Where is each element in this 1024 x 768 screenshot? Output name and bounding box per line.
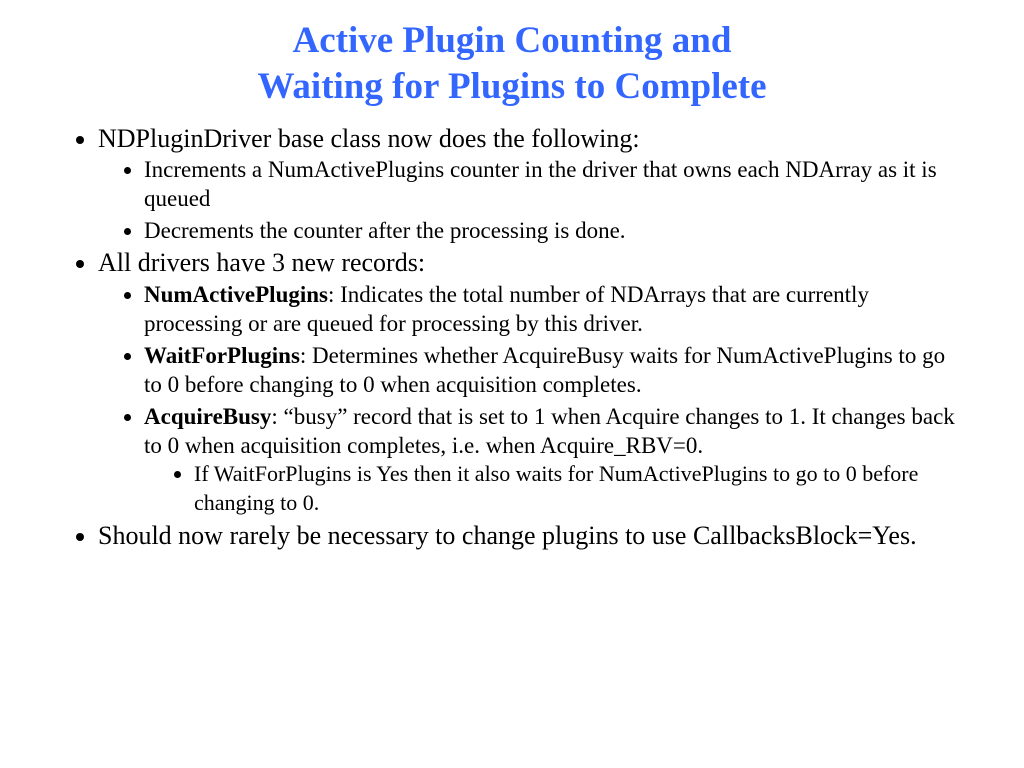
title-line-1: Active Plugin Counting and xyxy=(293,20,732,61)
list-item: Decrements the counter after the process… xyxy=(144,216,964,245)
item-text: NDPluginDriver base class now does the f… xyxy=(98,124,640,153)
item-text: Should now rarely be necessary to change… xyxy=(98,521,917,550)
list-item: If WaitForPlugins is Yes then it also wa… xyxy=(194,460,964,517)
item-text: All drivers have 3 new records: xyxy=(98,248,425,277)
bullet-list-level-2: Increments a NumActivePlugins counter in… xyxy=(98,155,964,245)
list-item: NumActivePlugins: Indicates the total nu… xyxy=(144,280,964,339)
list-item: All drivers have 3 new records: NumActiv… xyxy=(98,247,964,517)
list-item: Increments a NumActivePlugins counter in… xyxy=(144,155,964,214)
record-name: WaitForPlugins xyxy=(144,343,300,368)
title-line-2: Waiting for Plugins to Complete xyxy=(257,66,766,107)
item-text: If WaitForPlugins is Yes then it also wa… xyxy=(194,461,918,515)
item-text: Decrements the counter after the process… xyxy=(144,218,626,243)
record-name: AcquireBusy xyxy=(144,404,271,429)
item-text: Increments a NumActivePlugins counter in… xyxy=(144,157,937,211)
list-item: WaitForPlugins: Determines whether Acqui… xyxy=(144,341,964,400)
list-item: AcquireBusy: “busy” record that is set t… xyxy=(144,402,964,518)
record-name: NumActivePlugins xyxy=(144,282,328,307)
list-item: NDPluginDriver base class now does the f… xyxy=(98,123,964,246)
bullet-list-level-3: If WaitForPlugins is Yes then it also wa… xyxy=(144,460,964,517)
bullet-list-level-2: NumActivePlugins: Indicates the total nu… xyxy=(98,280,964,518)
bullet-list-level-1: NDPluginDriver base class now does the f… xyxy=(60,123,964,553)
list-item: Should now rarely be necessary to change… xyxy=(98,520,964,553)
slide-title: Active Plugin Counting and Waiting for P… xyxy=(60,18,964,111)
